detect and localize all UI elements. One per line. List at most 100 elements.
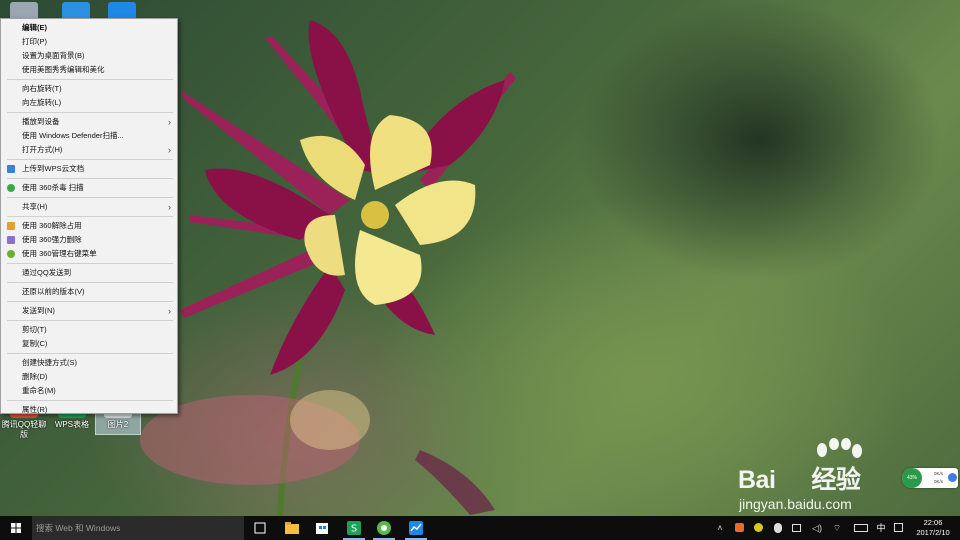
menu-item-cast-to-device[interactable]: 播放到设备 › xyxy=(1,115,177,129)
menu-item-open-with[interactable]: 打开方式(H) › xyxy=(1,143,177,157)
360-delete-icon xyxy=(7,236,15,244)
volume-icon[interactable]: ◁) xyxy=(810,521,824,535)
menu-item-label: 打印(P) xyxy=(22,37,47,46)
tray-app-icon[interactable] xyxy=(733,521,747,535)
windows-logo-icon xyxy=(11,523,21,533)
menu-item-meitu-edit[interactable]: 使用美图秀秀编辑和美化 xyxy=(1,63,177,77)
menu-item-label: 复制(C) xyxy=(22,339,48,348)
menu-item-rename[interactable]: 重命名(M) xyxy=(1,384,177,398)
menu-item-delete[interactable]: 删除(D) xyxy=(1,370,177,384)
menu-item-send-via-qq[interactable]: 通过QQ发送到 xyxy=(1,266,177,280)
menu-separator xyxy=(7,400,173,401)
menu-item-label: 删除(D) xyxy=(22,372,48,381)
menu-separator xyxy=(7,263,173,264)
chevron-up-icon[interactable]: ˄ xyxy=(713,521,727,535)
menu-item-label: 向左旋转(L) xyxy=(22,98,62,107)
360-antivirus-icon xyxy=(7,184,15,192)
folder-icon xyxy=(285,522,299,534)
tray-power-icon[interactable] xyxy=(790,521,804,535)
menu-item-label: 还原以前的版本(V) xyxy=(22,287,85,296)
ime-indicator[interactable]: 中 xyxy=(874,521,888,535)
taskbar-browser[interactable] xyxy=(370,516,398,540)
keyboard-icon[interactable] xyxy=(852,521,870,535)
menu-item-edit[interactable]: 编辑(E) xyxy=(1,21,177,35)
menu-item-label: 设置为桌面背景(B) xyxy=(22,51,85,60)
chevron-right-icon: › xyxy=(168,145,171,155)
menu-item-360-force-delete[interactable]: 使用 360强力删除 xyxy=(1,233,177,247)
menu-item-properties[interactable]: 属性(R) xyxy=(1,403,177,417)
menu-item-create-shortcut[interactable]: 创建快捷方式(S) xyxy=(1,356,177,370)
taskbar-search-input[interactable]: 搜索 Web 和 Windows xyxy=(32,516,244,540)
menu-item-wps-cloud-upload[interactable]: 上传到WPS云文档 xyxy=(1,162,177,176)
menu-item-360-manage-menu[interactable]: 使用 360管理右键菜单 xyxy=(1,247,177,261)
taskbar-clock[interactable]: 22:06 2017/2/10 xyxy=(912,518,954,538)
network-icon[interactable]: ⌔ xyxy=(830,521,844,535)
taskbar-file-explorer[interactable] xyxy=(278,516,306,540)
browser-icon xyxy=(377,521,391,535)
watermark-url: jingyan.baidu.com xyxy=(739,496,852,512)
menu-separator xyxy=(7,216,173,217)
clock-date: 2017/2/10 xyxy=(916,528,950,537)
menu-item-restore-versions[interactable]: 还原以前的版本(V) xyxy=(1,285,177,299)
menu-separator xyxy=(7,159,173,160)
menu-item-label: 属性(R) xyxy=(22,405,48,414)
menu-item-label: 共享(H) xyxy=(22,202,48,211)
chevron-right-icon: › xyxy=(168,202,171,212)
menu-item-defender-scan[interactable]: 使用 Windows Defender扫描... xyxy=(1,129,177,143)
start-button[interactable] xyxy=(0,516,32,540)
notification-icon[interactable] xyxy=(892,521,906,535)
menu-separator xyxy=(7,178,173,179)
desktop-icon-label: 腾讯QQ轻聊版 xyxy=(1,420,47,439)
taskbar-chart-app[interactable] xyxy=(402,516,430,540)
menu-separator xyxy=(7,79,173,80)
menu-item-360-scan[interactable]: 使用 360杀毒 扫描 xyxy=(1,181,177,195)
speed-boost-icon xyxy=(948,473,957,482)
upload-speed: 0K/s xyxy=(934,471,944,476)
menu-item-set-wallpaper[interactable]: 设置为桌面背景(B) xyxy=(1,49,177,63)
chevron-right-icon: › xyxy=(168,306,171,316)
clock-time: 22:06 xyxy=(923,518,943,527)
menu-separator xyxy=(7,320,173,321)
menu-item-copy[interactable]: 复制(C) xyxy=(1,337,177,351)
desktop-icon-label: 图片2 xyxy=(107,420,129,429)
taskbar: 搜索 Web 和 Windows S ˄ ◁) ⌔ 中 22:06 2017/2… xyxy=(0,516,960,540)
taskbar-store[interactable] xyxy=(308,516,336,540)
menu-item-label: 通过QQ发送到 xyxy=(22,268,72,277)
chart-app-icon xyxy=(409,521,423,535)
task-view-button[interactable] xyxy=(246,516,274,540)
menu-item-360-unlock[interactable]: 使用 360解除占用 xyxy=(1,219,177,233)
menu-item-send-to[interactable]: 发送到(N) › xyxy=(1,304,177,318)
desktop-icon-label: WPS表格 xyxy=(54,420,90,429)
taskbar-wps-sheets[interactable]: S xyxy=(340,516,368,540)
chevron-right-icon: › xyxy=(168,117,171,127)
wps-sheets-icon: S xyxy=(347,521,361,535)
menu-item-rotate-right[interactable]: 向右旋转(T) xyxy=(1,82,177,96)
360-menu-icon xyxy=(7,250,15,258)
network-speed-widget[interactable]: 43% 0K/s 0K/s xyxy=(902,468,958,488)
menu-item-label: 向右旋转(T) xyxy=(22,84,62,93)
menu-item-print[interactable]: 打印(P) xyxy=(1,35,177,49)
menu-item-share[interactable]: 共享(H) › xyxy=(1,200,177,214)
menu-item-cut[interactable]: 剪切(T) xyxy=(1,323,177,337)
menu-separator xyxy=(7,197,173,198)
download-speed: 0K/s xyxy=(934,479,944,484)
menu-item-label: 剪切(T) xyxy=(22,325,47,334)
tray-360-icon[interactable] xyxy=(752,521,766,535)
menu-item-label: 编辑(E) xyxy=(22,23,47,32)
wps-cloud-icon xyxy=(7,165,15,173)
menu-separator xyxy=(7,301,173,302)
menu-item-label: 打开方式(H) xyxy=(22,145,63,154)
context-menu: 编辑(E) 打印(P) 设置为桌面背景(B) 使用美图秀秀编辑和美化 向右旋转(… xyxy=(0,18,178,414)
menu-item-label: 使用 360杀毒 扫描 xyxy=(22,183,84,192)
menu-item-label: 使用 360强力删除 xyxy=(22,235,82,244)
tray-qq-icon[interactable] xyxy=(771,521,785,535)
store-icon xyxy=(316,523,328,534)
watermark-brand: Bai 经验 xyxy=(738,466,861,494)
menu-item-label: 使用 360管理右键菜单 xyxy=(22,249,97,258)
menu-item-label: 使用 360解除占用 xyxy=(22,221,82,230)
svg-text:S: S xyxy=(351,524,357,535)
menu-item-label: 创建快捷方式(S) xyxy=(22,358,77,367)
baidu-jingyan-watermark: Bai 经验 jingyan.baidu.com xyxy=(736,438,916,518)
menu-item-label: 使用 Windows Defender扫描... xyxy=(22,131,124,140)
menu-item-rotate-left[interactable]: 向左旋转(L) xyxy=(1,96,177,110)
